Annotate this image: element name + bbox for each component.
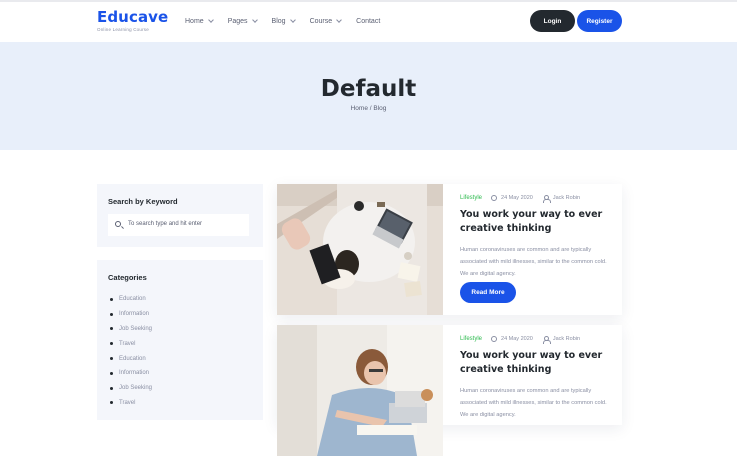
logo-title: Educave xyxy=(97,8,169,26)
post-author[interactable]: Jack Robin xyxy=(553,336,580,342)
logo-subtitle: Online Learning Course xyxy=(97,27,149,32)
category-item[interactable]: Travel xyxy=(110,396,152,411)
post-meta: Lifestyle 24 May 2020 Jack Robin xyxy=(460,195,615,203)
category-item[interactable]: Travel xyxy=(110,336,152,351)
nav-label: Home xyxy=(185,18,204,25)
post-title[interactable]: You work your way to ever creative think… xyxy=(460,208,615,236)
nav-label: Blog xyxy=(271,18,286,25)
post-tag[interactable]: Lifestyle xyxy=(460,336,482,342)
post-author[interactable]: Jack Robin xyxy=(553,195,580,201)
nav-label: Contact xyxy=(356,18,381,25)
category-list: Education Information Job Seeking Travel… xyxy=(110,292,152,410)
user-icon xyxy=(542,336,551,344)
nav-label: Pages xyxy=(227,18,248,25)
nav-item-home[interactable]: Home xyxy=(185,17,214,25)
clock-icon xyxy=(491,336,498,342)
search-widget-title: Search by Keyword xyxy=(108,197,178,206)
post-title[interactable]: You work your way to ever creative think… xyxy=(460,349,615,377)
post-date: 24 May 2020 xyxy=(501,195,533,201)
post-body: Lifestyle 24 May 2020 Jack Robin You wor… xyxy=(460,195,615,280)
page-title: Default xyxy=(320,76,417,102)
logo[interactable]: Educave Online Learning Course xyxy=(97,8,168,32)
clock-icon xyxy=(491,195,498,201)
post-excerpt: Human coronaviruses are common and are t… xyxy=(460,388,607,418)
category-item[interactable]: Job Seeking xyxy=(110,381,152,396)
search-icon xyxy=(115,221,121,227)
post-tag[interactable]: Lifestyle xyxy=(460,195,482,201)
nav-label: Course xyxy=(309,18,333,25)
search-input[interactable]: To search type and hit enter xyxy=(108,214,249,236)
category-item[interactable]: Education xyxy=(110,292,152,307)
nav-item-blog[interactable]: Blog xyxy=(271,17,296,25)
search-widget: Search by Keyword To search type and hit… xyxy=(97,184,263,247)
read-more-button[interactable]: Read More xyxy=(460,282,516,303)
register-button[interactable]: Register xyxy=(577,10,622,32)
blog-post-card: Lifestyle 24 May 2020 Jack Robin You wor… xyxy=(277,184,622,315)
page-banner: Default Home / Blog xyxy=(0,42,737,150)
nav-item-pages[interactable]: Pages xyxy=(227,17,258,25)
chevron-down-icon xyxy=(251,17,258,23)
nav-item-course[interactable]: Course xyxy=(309,17,342,25)
blog-post-card: Lifestyle 24 May 2020 Jack Robin You wor… xyxy=(277,325,622,456)
post-thumbnail-image[interactable] xyxy=(277,184,443,315)
main-nav: Home Pages Blog Course Contact xyxy=(185,17,395,25)
login-button[interactable]: Login xyxy=(530,10,575,32)
category-item[interactable]: Information xyxy=(110,307,152,322)
post-thumbnail-image[interactable] xyxy=(277,325,443,456)
categories-widget: Categories Education Information Job See… xyxy=(97,260,263,420)
search-placeholder: To search type and hit enter xyxy=(128,221,203,227)
categories-widget-title: Categories xyxy=(108,273,147,282)
post-excerpt: Human coronaviruses are common and are t… xyxy=(460,247,607,277)
chevron-down-icon xyxy=(207,17,214,23)
chevron-down-icon xyxy=(289,17,296,23)
breadcrumb[interactable]: Home / Blog xyxy=(0,105,737,112)
post-meta: Lifestyle 24 May 2020 Jack Robin xyxy=(460,336,615,344)
post-body: Lifestyle 24 May 2020 Jack Robin You wor… xyxy=(460,336,615,421)
category-item[interactable]: Information xyxy=(110,366,152,381)
category-item[interactable]: Education xyxy=(110,351,152,366)
site-header: Educave Online Learning Course Home Page… xyxy=(0,0,737,42)
category-item[interactable]: Job Seeking xyxy=(110,322,152,337)
user-icon xyxy=(542,195,551,203)
chevron-down-icon xyxy=(336,17,342,23)
nav-item-contact[interactable]: Contact xyxy=(356,18,380,25)
post-date: 24 May 2020 xyxy=(501,336,533,342)
